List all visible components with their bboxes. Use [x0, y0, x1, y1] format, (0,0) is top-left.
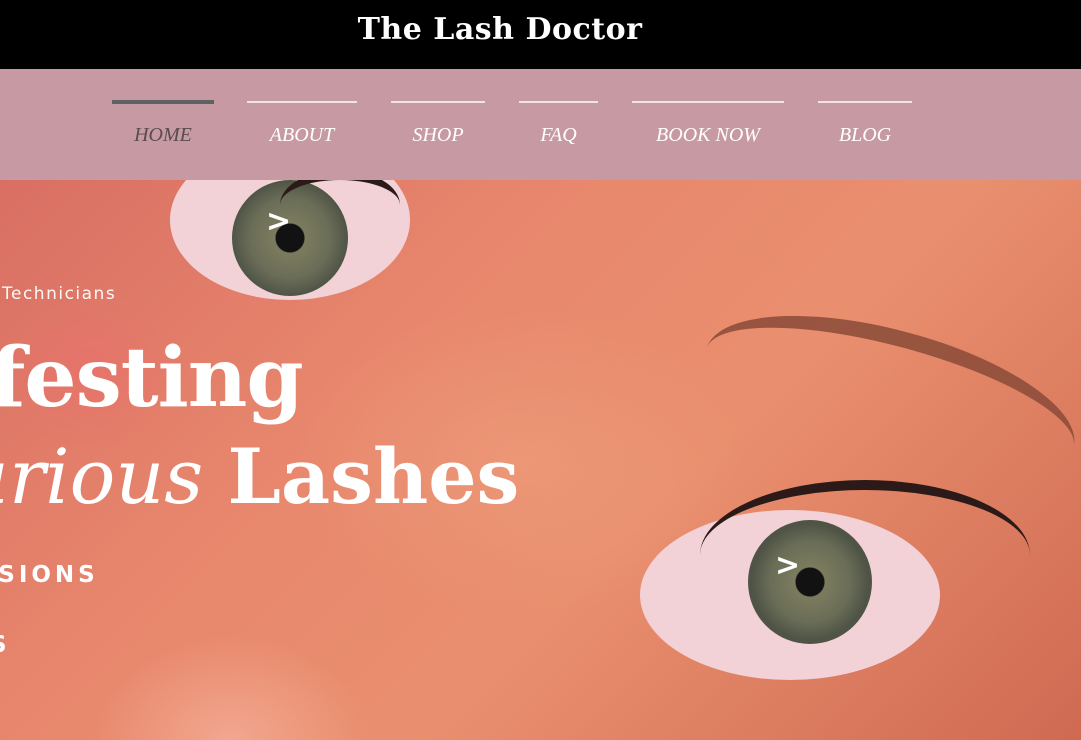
lashes-top [280, 180, 400, 240]
nav-label: BOOK NOW [656, 124, 760, 146]
nav-indicator [112, 100, 214, 104]
nav-label: SHOP [412, 124, 464, 146]
nav-book-now[interactable]: BOOK NOW [632, 101, 784, 151]
main-nav: HOME ABOUT SHOP FAQ BOOK NOW BLOG [0, 69, 1081, 180]
hero-headline-italic: urious [0, 432, 204, 521]
lashes-bottom [700, 480, 1030, 630]
nav-indicator [519, 101, 598, 103]
hero-banner: > > Technicians ifesting urious Lashes N… [0, 180, 1081, 740]
nav-faq[interactable]: FAQ [519, 101, 598, 151]
nav-shop[interactable]: SHOP [391, 101, 485, 151]
hero-headline-line2: urious Lashes [0, 432, 519, 521]
nav-home[interactable]: HOME [112, 100, 214, 151]
nav-label: ABOUT [269, 124, 335, 146]
nav-label: HOME [134, 124, 192, 146]
nav-indicator [818, 101, 912, 103]
slider-arrow-icon[interactable]: > [266, 204, 291, 239]
site-title[interactable]: The Lash Doctor [0, 12, 1000, 47]
hero-headline-bold: Lashes [227, 432, 520, 521]
eyebrow-image [688, 283, 1081, 513]
nav-indicator [247, 101, 357, 103]
nav-about[interactable]: ABOUT [247, 101, 357, 151]
nav-indicator [632, 101, 784, 103]
slider-arrow-icon[interactable]: > [775, 548, 800, 583]
nav-label: FAQ [540, 124, 577, 146]
site-header: The Lash Doctor [0, 0, 1081, 69]
nav-indicator [391, 101, 485, 103]
hero-subline-1: NSIONS [0, 562, 99, 588]
hero-headline-line1: ifesting [0, 330, 304, 426]
hero-tagline: Technicians [2, 284, 117, 304]
nav-blog[interactable]: BLOG [818, 101, 912, 151]
nav-label: BLOG [838, 124, 892, 146]
hero-subline-2: S [0, 632, 11, 658]
